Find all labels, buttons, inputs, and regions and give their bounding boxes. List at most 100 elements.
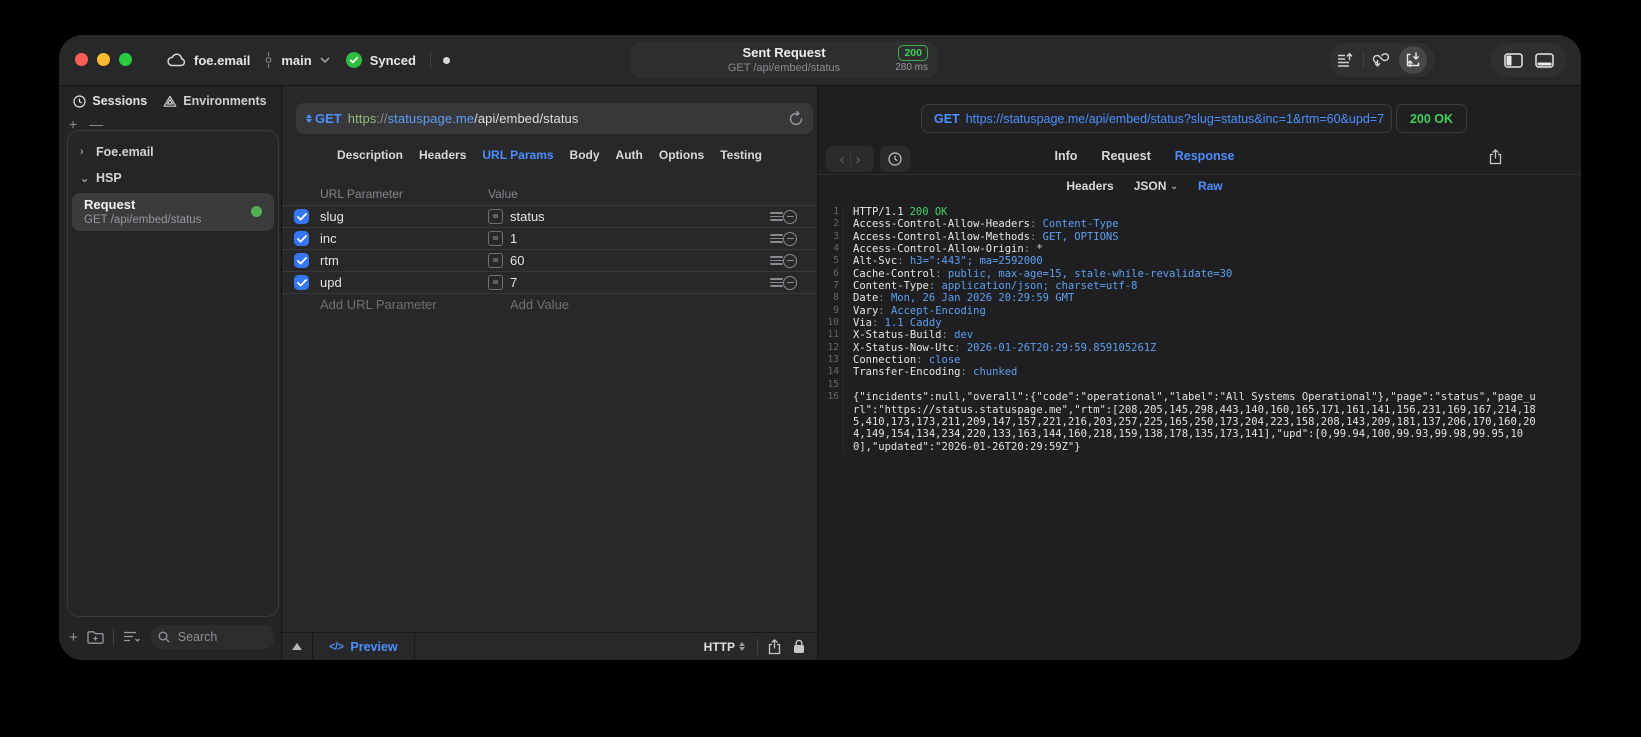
chevron-down-icon[interactable] xyxy=(320,57,330,63)
tab-headers[interactable]: Headers xyxy=(419,148,466,162)
equals-operator[interactable]: = xyxy=(488,231,503,246)
lock-icon[interactable] xyxy=(793,639,805,654)
branch-icon xyxy=(264,52,273,68)
line-number: 9 xyxy=(818,304,844,318)
header-value: Accept-Encoding xyxy=(890,304,986,317)
search-icon xyxy=(158,631,170,643)
param-name[interactable]: slug xyxy=(320,209,488,224)
tree-group-hsp[interactable]: ⌄ HSP xyxy=(68,165,278,191)
tab-info[interactable]: Info xyxy=(1055,149,1078,163)
line-number: 4 xyxy=(818,243,844,256)
equals-operator[interactable]: = xyxy=(488,275,503,290)
sort-list-icon[interactable] xyxy=(123,631,141,643)
url-params-table: URL Parameter Value slug = status inc = … xyxy=(282,183,817,315)
sent-method: GET xyxy=(934,111,960,126)
tab-url-params[interactable]: URL Params xyxy=(482,148,553,162)
search-input[interactable] xyxy=(175,629,267,645)
subtab-json[interactable]: JSON ⌄ xyxy=(1134,179,1178,193)
header-value: close xyxy=(928,354,961,367)
remove-param-icon[interactable] xyxy=(783,253,797,268)
desktop: foe.email main Synced Sent Request GET /… xyxy=(0,0,1641,737)
request-url-bar[interactable]: GET https://statuspage.me/api/embed/stat… xyxy=(296,103,813,134)
resend-icon[interactable] xyxy=(789,111,803,126)
history-clock-icon xyxy=(73,94,86,108)
line-number: 8 xyxy=(818,292,844,305)
line-number: 14 xyxy=(818,366,844,379)
reorder-handle-icon[interactable] xyxy=(759,234,783,243)
param-value[interactable]: status xyxy=(510,209,759,224)
preview-button[interactable]: </> Preview xyxy=(313,633,415,660)
sent-request-line[interactable]: GET https://statuspage.me/api/embed/stat… xyxy=(921,104,1392,133)
toggle-sidebar-icon[interactable] xyxy=(1503,52,1523,68)
equals-operator[interactable]: = xyxy=(488,209,503,224)
project-group: foe.email main Synced xyxy=(167,35,450,85)
method-selector[interactable]: GET xyxy=(306,111,342,126)
tab-description[interactable]: Description xyxy=(337,148,403,162)
close-button[interactable] xyxy=(75,53,88,66)
zoom-button[interactable] xyxy=(119,53,132,66)
header-value: GET, OPTIONS xyxy=(1042,230,1119,243)
share-icon[interactable] xyxy=(768,638,781,655)
sort-export-icon[interactable] xyxy=(1337,53,1354,67)
param-name[interactable]: inc xyxy=(320,231,488,246)
param-value[interactable]: 1 xyxy=(510,231,759,246)
param-value[interactable]: 60 xyxy=(510,253,759,268)
param-checkbox[interactable] xyxy=(294,275,309,290)
tree-group-label: Foe.email xyxy=(96,145,154,159)
request-url[interactable]: https://statuspage.me/api/embed/status xyxy=(348,111,579,126)
reorder-handle-icon[interactable] xyxy=(759,256,783,265)
titlebar-divider xyxy=(429,52,431,68)
toggle-bottom-panel-icon[interactable] xyxy=(1535,52,1555,68)
search-field[interactable] xyxy=(149,625,275,649)
new-folder-icon[interactable] xyxy=(87,630,104,644)
export-response-icon[interactable] xyxy=(1489,149,1502,165)
equals-operator[interactable]: = xyxy=(488,253,503,268)
tab-response[interactable]: Response xyxy=(1175,149,1235,163)
tab-request[interactable]: Request xyxy=(1101,149,1150,163)
method-stepper-icon xyxy=(306,114,312,123)
param-checkbox[interactable] xyxy=(294,209,309,224)
param-value[interactable]: 7 xyxy=(510,275,759,290)
tab-options[interactable]: Options xyxy=(659,148,704,162)
reorder-handle-icon[interactable] xyxy=(759,278,783,287)
line-number: 7 xyxy=(818,280,844,293)
line-number: 6 xyxy=(818,267,844,281)
line-number: 15 xyxy=(818,378,844,392)
tab-environments[interactable]: Environments xyxy=(163,94,267,108)
tree-group-foe-email[interactable]: › Foe.email xyxy=(68,139,278,165)
reorder-handle-icon[interactable] xyxy=(759,212,783,221)
tab-sessions[interactable]: Sessions xyxy=(73,94,147,108)
import-export-button[interactable] xyxy=(1398,46,1427,74)
param-name[interactable]: upd xyxy=(320,275,488,290)
sidebar: Sessions Environments + — › Foe.email ⌄ … xyxy=(59,86,282,660)
tab-testing[interactable]: Testing xyxy=(720,148,762,162)
protocol-selector[interactable]: HTTP xyxy=(704,640,745,654)
sent-request-subtitle: GET /api/embed/status xyxy=(727,62,841,74)
remove-param-icon[interactable] xyxy=(783,275,797,290)
subtab-headers[interactable]: Headers xyxy=(1066,179,1113,193)
remove-param-icon[interactable] xyxy=(783,209,797,224)
param-checkbox[interactable] xyxy=(294,231,309,246)
add-request-button[interactable]: + xyxy=(69,629,78,646)
preview-label: Preview xyxy=(350,639,398,654)
add-value[interactable]: Add Value xyxy=(510,297,759,312)
minimize-button[interactable] xyxy=(97,53,110,66)
request-list-item-selected[interactable]: Request GET /api/embed/status xyxy=(72,193,274,231)
header-key: X-Status-Now-Utc xyxy=(853,341,955,354)
project-name[interactable]: foe.email xyxy=(194,53,250,68)
response-panel: GET https://statuspage.me/api/embed/stat… xyxy=(818,86,1581,660)
param-checkbox[interactable] xyxy=(294,253,309,268)
subtab-raw[interactable]: Raw xyxy=(1198,179,1223,193)
tab-body[interactable]: Body xyxy=(570,148,600,162)
sent-url: https://statuspage.me/api/embed/status?s… xyxy=(965,111,1385,126)
param-name[interactable]: rtm xyxy=(320,253,488,268)
branch-name[interactable]: main xyxy=(281,53,311,68)
collapse-panel-button[interactable] xyxy=(282,633,313,660)
line-number: 5 xyxy=(818,255,844,268)
sent-request-capsule[interactable]: Sent Request GET /api/embed/status 200 2… xyxy=(631,41,937,79)
add-url-parameter[interactable]: Add URL Parameter xyxy=(320,297,488,312)
pull-merge-icon[interactable] xyxy=(1372,52,1390,68)
tab-auth[interactable]: Auth xyxy=(616,148,643,162)
remove-param-icon[interactable] xyxy=(783,231,797,246)
code-icon: </> xyxy=(329,640,344,653)
